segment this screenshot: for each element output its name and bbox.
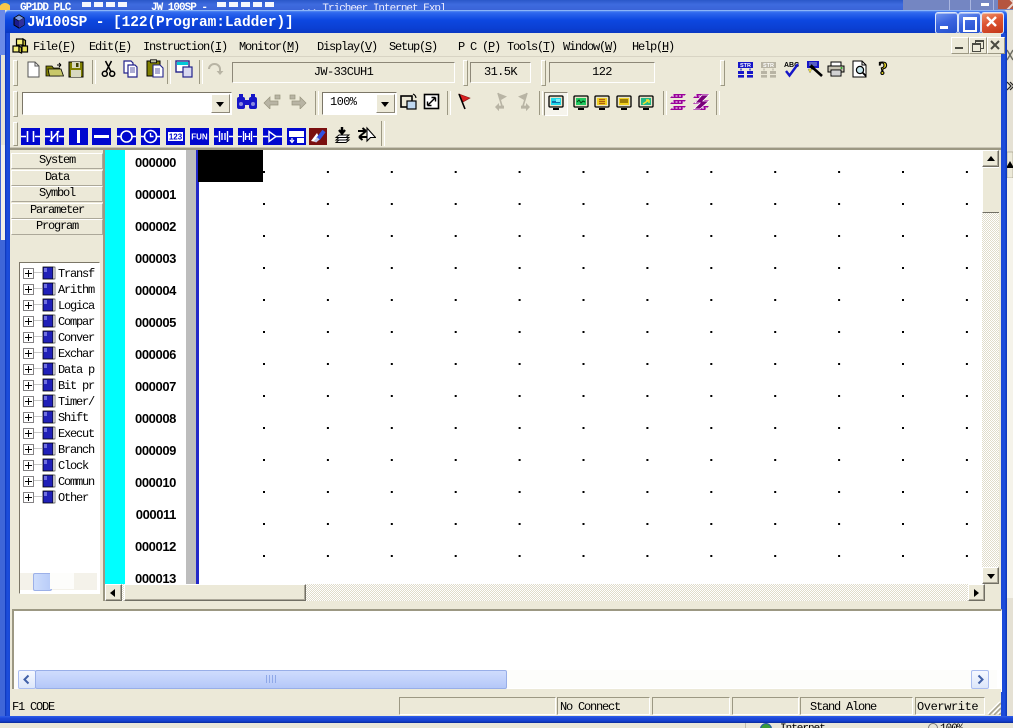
svg-text:?: ? [878,60,888,79]
svg-text:123: 123 [169,133,183,142]
svg-text:STR: STR [763,63,774,69]
svg-text:FUN: FUN [191,133,208,142]
svg-text:STR: STR [740,63,751,69]
